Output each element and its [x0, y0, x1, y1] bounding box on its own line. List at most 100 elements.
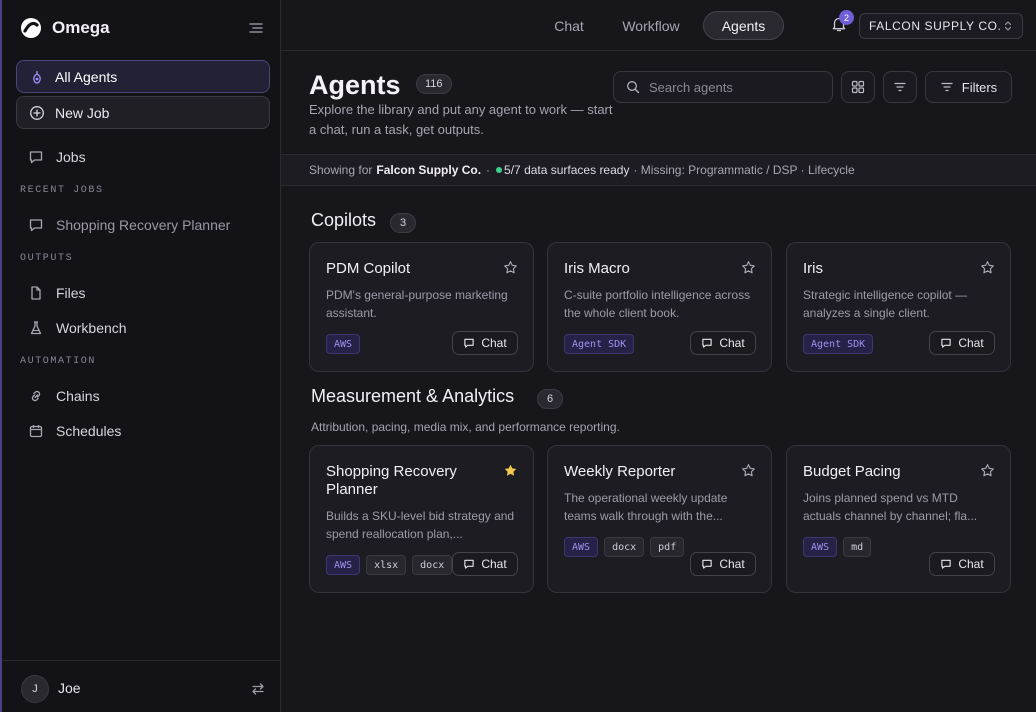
sidebar-item-chains[interactable]: Chains — [28, 386, 100, 406]
chat-button-label: Chat — [481, 557, 507, 571]
agent-card[interactable]: Budget Pacing Joins planned spend vs MTD… — [786, 445, 1011, 593]
flask-icon — [28, 320, 44, 336]
link-icon — [28, 388, 44, 404]
top-bar: Chat Workflow Agents 2 FALCON SUPPLY CO. — [281, 0, 1036, 51]
star-icon[interactable] — [741, 463, 756, 478]
filter-icon — [940, 80, 954, 94]
section-title-copilots: Copilots — [311, 210, 377, 230]
search-box[interactable] — [613, 71, 833, 103]
tag: AWS — [803, 537, 838, 557]
sidebar-item-label: Chains — [56, 388, 100, 404]
chat-bubble-icon — [28, 149, 44, 165]
agent-card-description: Builds a SKU-level bid strategy and spen… — [326, 509, 515, 541]
tag: md — [843, 537, 872, 557]
notification-badge: 2 — [839, 10, 854, 25]
status-separator: · — [486, 163, 491, 177]
agent-card-title: Shopping Recovery Planner — [326, 463, 457, 498]
agent-count-badge: 116 — [416, 74, 452, 94]
section-count-copilots: 3 — [390, 213, 416, 233]
tag: xlsx — [366, 555, 407, 575]
collapse-sidebar-icon[interactable] — [248, 20, 264, 36]
filters-button[interactable]: Filters — [925, 71, 1012, 103]
agent-card[interactable]: PDM Copilot PDM's general-purpose market… — [309, 242, 534, 372]
chat-button-label: Chat — [958, 336, 984, 350]
filters-label: Filters — [961, 79, 998, 95]
chat-button-label: Chat — [719, 336, 745, 350]
chat-bubble-icon — [701, 337, 713, 349]
chat-button-label: Chat — [958, 557, 984, 571]
status-prefix: Showing for — [309, 163, 373, 177]
star-icon[interactable] — [980, 260, 995, 275]
chat-button[interactable]: Chat — [929, 552, 995, 576]
status-ready: 5/7 data surfaces ready — [504, 163, 630, 177]
chat-button[interactable]: Chat — [452, 552, 518, 576]
tag: Agent SDK — [564, 334, 635, 354]
nav-all-agents[interactable]: All Agents — [16, 60, 270, 93]
sidebar-item-jobs[interactable]: Jobs — [28, 147, 86, 167]
section-title-measurement: Measurement & Analytics — [311, 386, 515, 406]
plus-circle-icon — [29, 105, 45, 121]
org-select[interactable]: FALCON SUPPLY CO. — [859, 13, 1023, 39]
omega-logo-icon — [20, 17, 42, 39]
data-status-strip: Showing for Falcon Supply Co. · 5/7 data… — [281, 154, 1036, 186]
chat-bubble-icon — [463, 558, 475, 570]
app-name: Omega — [52, 18, 110, 37]
page-description: Explore the library and put any agent to… — [309, 102, 613, 137]
brand[interactable]: Omega — [20, 16, 110, 40]
sidebar-item-label: Files — [56, 285, 86, 301]
agent-card-title: Iris Macro — [564, 260, 630, 277]
sort-icon — [893, 80, 907, 94]
sidebar-item-schedules[interactable]: Schedules — [28, 421, 121, 441]
star-icon[interactable] — [741, 260, 756, 275]
new-job-button[interactable]: New Job — [16, 96, 270, 129]
page-title: Agents — [309, 70, 401, 100]
sidebar-item-files[interactable]: Files — [28, 283, 86, 303]
chat-bubble-icon — [940, 337, 952, 349]
tag: Agent SDK — [803, 334, 874, 354]
tag: AWS — [326, 334, 361, 354]
tag: docx — [412, 555, 453, 575]
sort-button[interactable] — [883, 71, 917, 103]
star-icon[interactable] — [503, 260, 518, 275]
org-select-value: FALCON SUPPLY CO. — [869, 19, 1002, 33]
grid-view-button[interactable] — [841, 71, 875, 103]
new-job-label: New Job — [55, 104, 110, 121]
search-input[interactable] — [649, 79, 819, 95]
agent-card-description: C-suite portfolio intelligence across th… — [564, 288, 751, 320]
recent-job-item[interactable]: Shopping Recovery Planner — [28, 215, 230, 235]
recent-jobs-heading: RECENT JOBS — [20, 185, 104, 196]
switch-arrows-icon[interactable] — [250, 681, 266, 697]
chat-button[interactable]: Chat — [929, 331, 995, 355]
chat-button[interactable]: Chat — [452, 331, 518, 355]
agent-card-description: The operational weekly update teams walk… — [564, 491, 728, 523]
agent-card[interactable]: Iris Macro C-suite portfolio intelligenc… — [547, 242, 772, 372]
star-icon[interactable] — [503, 463, 518, 478]
star-icon[interactable] — [980, 463, 995, 478]
tab-agents[interactable]: Agents — [703, 11, 784, 40]
tab-chat[interactable]: Chat — [543, 11, 595, 40]
outputs-heading: OUTPUTS — [20, 253, 74, 264]
agent-card[interactable]: Iris Strategic intelligence copilot — an… — [786, 242, 1011, 372]
sidebar-item-label: Schedules — [56, 423, 122, 439]
section-description: Attribution, pacing, media mix, and perf… — [311, 420, 620, 434]
tag: AWS — [326, 555, 361, 575]
sidebar-item-workbench[interactable]: Workbench — [28, 318, 127, 338]
automation-heading: AUTOMATION — [20, 356, 97, 367]
user-name: Joe — [58, 680, 81, 696]
tag: docx — [604, 537, 645, 557]
agent-card-title: Budget Pacing — [803, 463, 901, 480]
chat-button[interactable]: Chat — [690, 331, 756, 355]
agent-card[interactable]: Shopping Recovery Planner Builds a SKU-l… — [309, 445, 534, 593]
tag: pdf — [650, 537, 685, 557]
chat-button[interactable]: Chat — [690, 552, 756, 576]
status-missing: · Missing: Programmatic / DSP · Lifecycl… — [633, 163, 855, 177]
chat-bubble-icon — [28, 217, 44, 233]
avatar[interactable]: J — [21, 675, 49, 703]
chat-button-label: Chat — [481, 336, 507, 350]
nav-all-agents-label: All Agents — [55, 68, 118, 85]
agent-card[interactable]: Weekly Reporter The operational weekly u… — [547, 445, 772, 593]
agent-card-description: PDM's general-purpose marketing assistan… — [326, 288, 508, 320]
agent-card-tags: AWS xlsx docx — [326, 555, 453, 575]
agent-card-tags: AWS docx pdf — [564, 537, 685, 557]
tab-workflow[interactable]: Workflow — [613, 11, 689, 40]
